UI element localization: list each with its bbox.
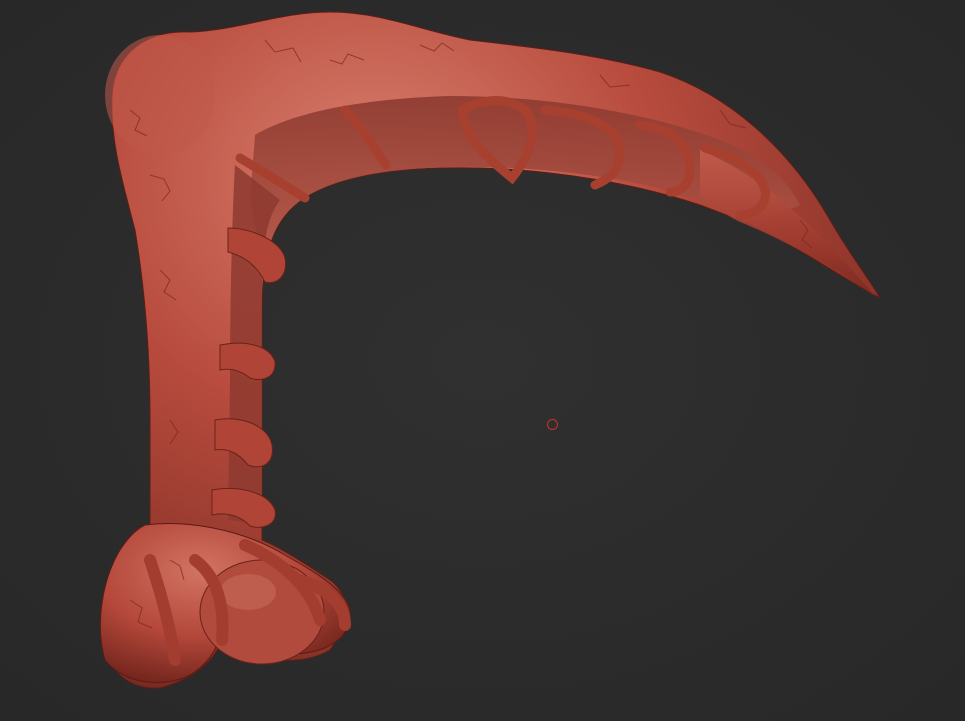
3d-viewport[interactable] bbox=[0, 0, 965, 721]
sculpt-model[interactable] bbox=[0, 0, 965, 721]
brush-cursor-icon bbox=[547, 419, 558, 430]
top-knob bbox=[105, 35, 215, 155]
